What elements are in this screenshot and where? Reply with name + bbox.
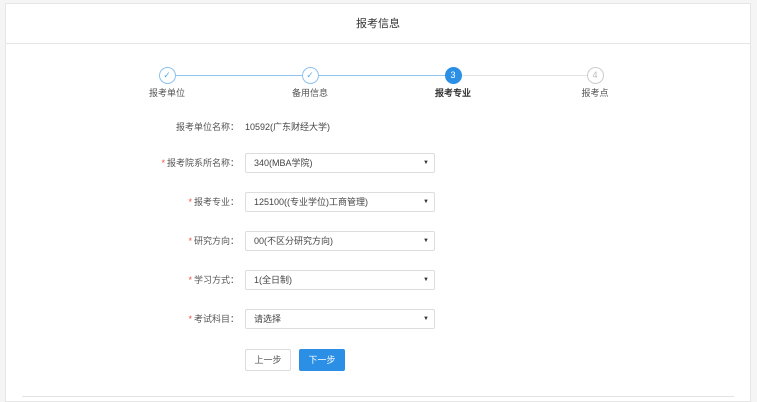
major-select[interactable]: 125100((专业学位)工商管理) ▼ <box>245 192 435 212</box>
study-mode-label: 学习方式： <box>193 275 239 285</box>
research-direction-select[interactable]: 00(不区分研究方向) ▼ <box>245 231 435 251</box>
dropdown-arrow-icon: ▼ <box>423 238 429 244</box>
required-mark: * <box>161 158 165 168</box>
exam-subject-select[interactable]: 请选择 ▼ <box>245 309 435 329</box>
step-number: 4 <box>586 67 604 84</box>
exam-subject-row: * 考试科目： 请选择 ▼ <box>6 309 752 329</box>
step-4: 4 报考点 <box>565 67 625 99</box>
required-mark: * <box>188 236 192 246</box>
previous-step-button[interactable]: 上一步 <box>245 349 291 371</box>
required-mark: * <box>188 197 192 207</box>
department-label: 报考院系所名称： <box>166 158 239 168</box>
unit-row: 报考单位名称： 10592(广东财经大学) <box>6 117 752 137</box>
page-title: 报考信息 <box>6 4 750 44</box>
major-row: * 报考专业： 125100((专业学位)工商管理) ▼ <box>6 192 752 212</box>
step-3: 3 报考专业 <box>423 67 483 99</box>
unit-label: 报考单位名称： <box>175 122 239 132</box>
step-label: 报考专业 <box>434 88 471 98</box>
divider <box>22 396 734 397</box>
major-label: 报考专业： <box>193 197 239 207</box>
required-mark: * <box>188 314 192 324</box>
exam-subject-label: 考试科目： <box>193 314 239 324</box>
study-mode-row: * 学习方式： 1(全日制) ▼ <box>6 270 752 290</box>
check-icon: ✓ <box>158 67 176 84</box>
dropdown-arrow-icon: ▼ <box>423 277 429 283</box>
research-direction-label: 研究方向： <box>193 236 239 246</box>
department-row: * 报考院系所名称： 340(MBA学院) ▼ <box>6 153 752 173</box>
unit-value: 10592(广东财经大学) <box>245 122 331 132</box>
dropdown-arrow-icon: ▼ <box>423 316 429 322</box>
dropdown-arrow-icon: ▼ <box>423 199 429 205</box>
step-label: 备用信息 <box>291 88 328 98</box>
check-icon: ✓ <box>301 67 319 84</box>
step-label: 报考单位 <box>148 88 185 98</box>
step-1: ✓ 报考单位 <box>137 67 197 99</box>
step-number: 3 <box>444 67 462 84</box>
step-2: ✓ 备用信息 <box>280 67 340 99</box>
next-step-button[interactable]: 下一步 <box>299 349 345 371</box>
step-label: 报考点 <box>581 88 609 98</box>
department-select[interactable]: 340(MBA学院) ▼ <box>245 153 435 173</box>
required-mark: * <box>188 275 192 285</box>
dropdown-arrow-icon: ▼ <box>423 160 429 166</box>
study-mode-select[interactable]: 1(全日制) ▼ <box>245 270 435 290</box>
research-direction-row: * 研究方向： 00(不区分研究方向) ▼ <box>6 231 752 251</box>
registration-card: 报考信息 ✓ 报考单位 ✓ 备用信息 3 报考专业 4 报考点 报考单位名称： … <box>5 3 751 402</box>
